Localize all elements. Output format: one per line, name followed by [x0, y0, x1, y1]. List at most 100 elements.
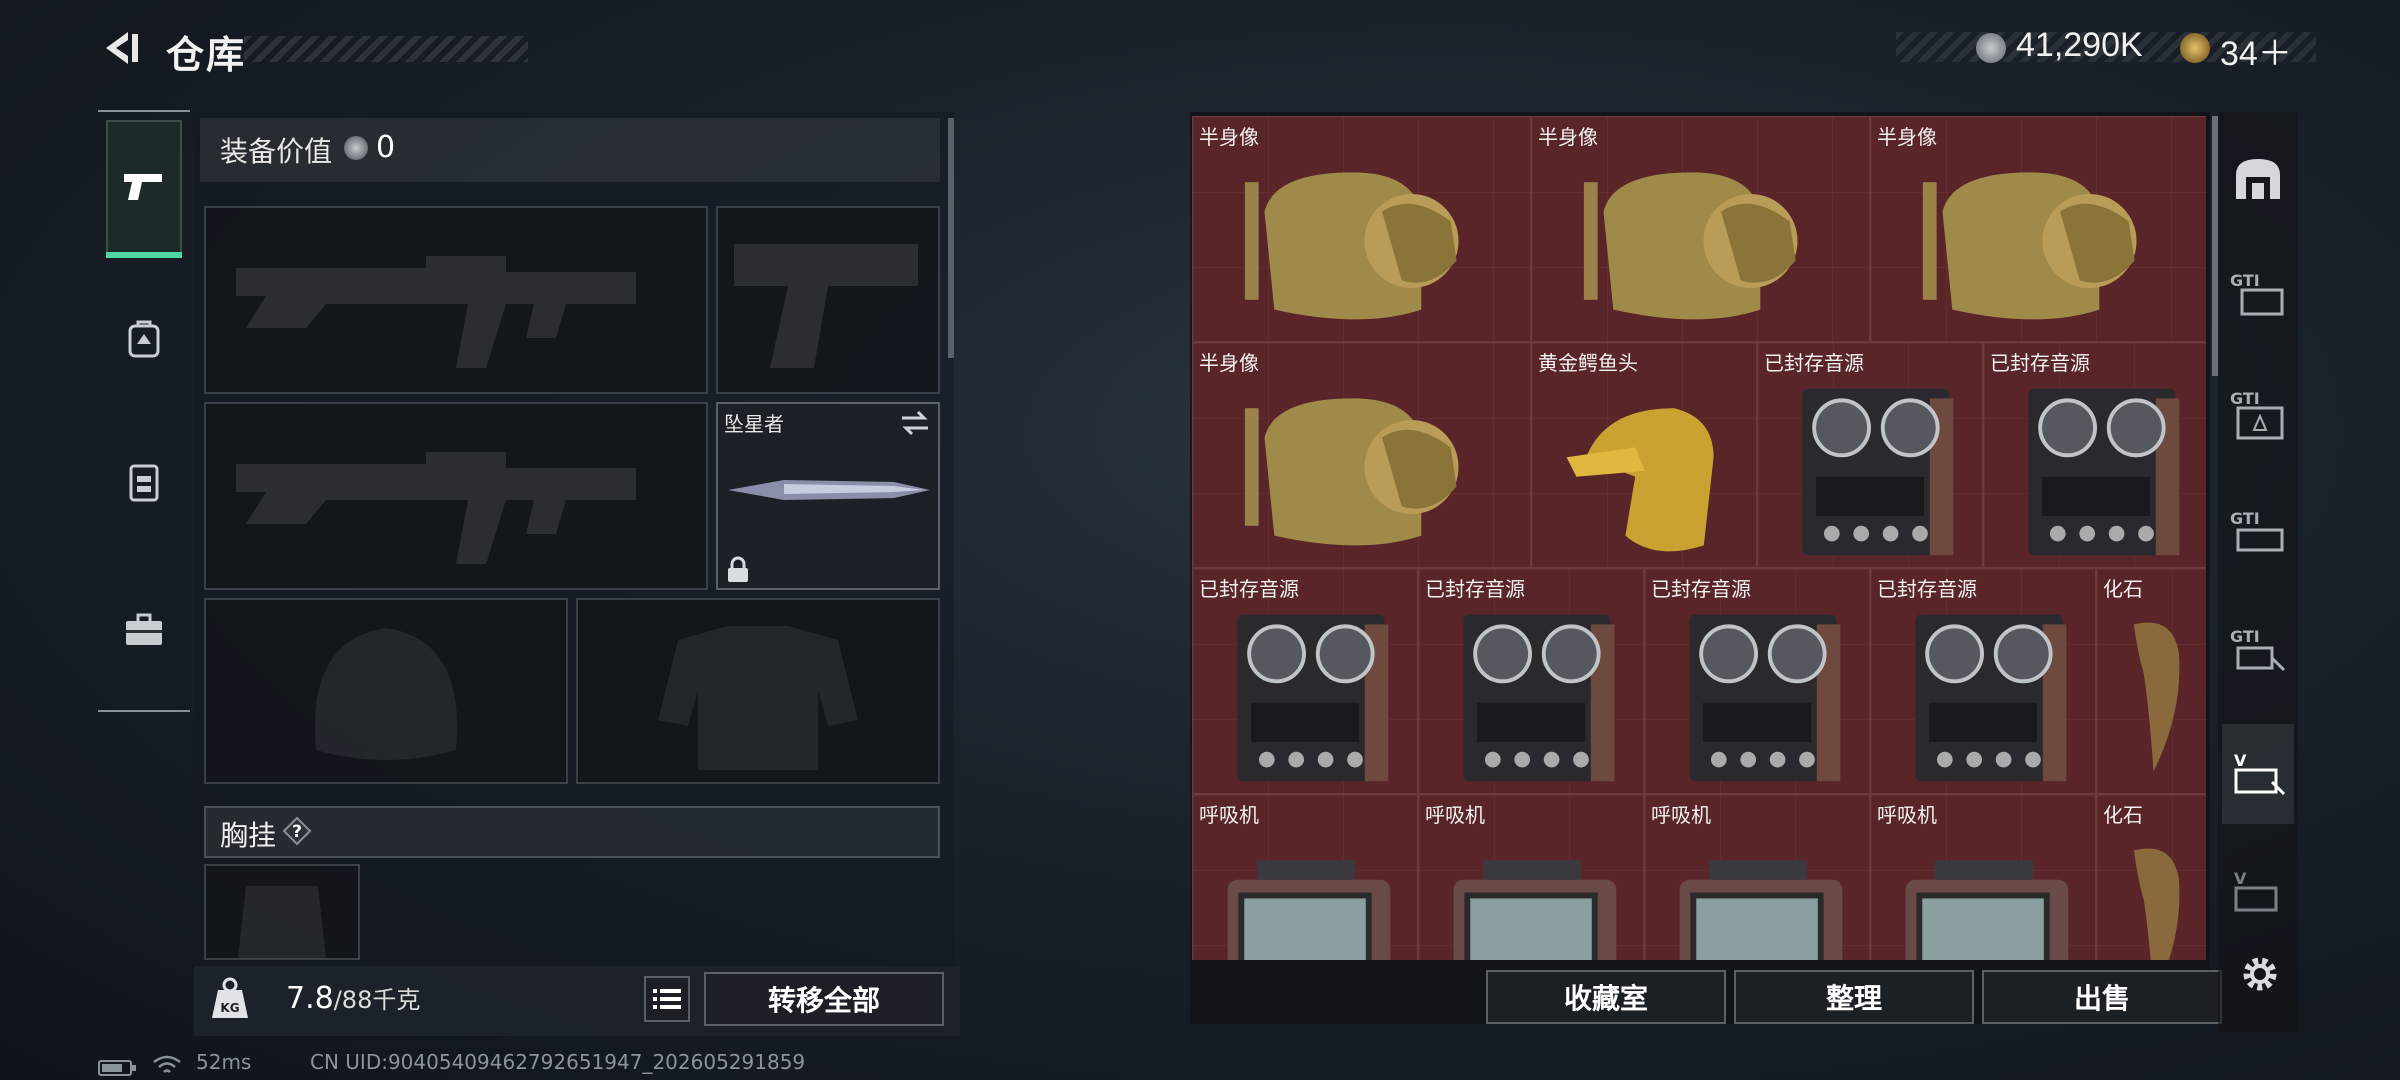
tab-gti-3[interactable]: GTI — [2222, 482, 2294, 582]
item-name: 呼吸机 — [1877, 803, 1937, 827]
nav-active-indicator — [106, 252, 182, 258]
storage-item[interactable]: 化石 — [2096, 794, 2206, 960]
list-icon — [653, 989, 681, 1009]
tape-recorder-icon — [1915, 614, 2067, 782]
nav-backpack[interactable] — [106, 280, 182, 396]
fossil-claw-icon — [2133, 622, 2180, 772]
item-image — [1427, 595, 1637, 795]
storage-item[interactable]: 呼吸机 — [1644, 794, 1870, 960]
weight-display: 7.8/88千克 — [286, 980, 420, 1016]
token-amount[interactable]: 34＋ — [2220, 26, 2292, 75]
list-view-button[interactable] — [644, 976, 690, 1022]
storage-item[interactable]: 已封存音源 — [1757, 342, 1983, 568]
storage-item[interactable]: 黄金鳄鱼头 — [1531, 342, 1757, 568]
fossil-claw-icon — [2133, 848, 2180, 960]
backpack-icon — [128, 320, 160, 358]
gti-case-icon: GTI — [2230, 389, 2284, 440]
sidearm-slot[interactable] — [716, 206, 940, 394]
rifle-silhouette-icon — [236, 452, 636, 564]
rig-silhouette-icon — [238, 886, 326, 958]
storage-item[interactable]: 已封存音源 — [1192, 568, 1418, 794]
tab-gti-1[interactable]: GTI — [2222, 244, 2294, 344]
weight-current: 7.8 — [286, 981, 334, 1016]
helmet-slot[interactable] — [204, 598, 568, 784]
item-name: 半身像 — [1877, 125, 1937, 149]
nav-case[interactable] — [106, 572, 182, 688]
help-icon[interactable]: ? — [282, 816, 312, 846]
organize-button[interactable]: 整理 — [1734, 970, 1974, 1024]
svg-text:V: V — [2234, 751, 2247, 770]
item-name: 化石 — [2103, 803, 2143, 827]
svg-text:KG: KG — [220, 1001, 239, 1015]
croc-head-icon — [1566, 408, 1714, 552]
item-image — [1879, 595, 2089, 795]
back-arrow-icon[interactable] — [98, 26, 142, 70]
storage-item[interactable]: 化石 — [2096, 568, 2206, 794]
uid-text: CN UID:9040540946279265194​7_20260529185… — [310, 1050, 806, 1074]
nav-rig[interactable] — [106, 424, 182, 540]
item-name: 已封存音源 — [1199, 577, 1299, 601]
storage-item[interactable]: 半身像 — [1870, 116, 2206, 342]
storage-item[interactable]: 半身像 — [1192, 342, 1531, 568]
melee-name: 坠星者 — [724, 412, 784, 436]
svg-text:GTI: GTI — [2230, 271, 2260, 290]
coin-icon — [344, 136, 368, 160]
item-image — [1879, 821, 2089, 960]
primary-weapon-slot[interactable] — [204, 206, 708, 394]
tape-recorder-icon — [1237, 614, 1389, 782]
storage-item[interactable]: 已封存音源 — [1870, 568, 2096, 794]
tape-recorder-icon — [1802, 388, 1954, 556]
bust-icon — [1244, 172, 1459, 320]
item-image — [2105, 595, 2202, 795]
battery-icon — [98, 1060, 136, 1076]
weight-icon: KG — [212, 977, 248, 1018]
item-name: 半身像 — [1199, 351, 1259, 375]
svg-text:GTI: GTI — [2230, 389, 2260, 408]
storage-grid: 半身像 半身像 半身像 半身像 黄金鳄鱼头 已封存音源 已封存音源 已封存音源 … — [1192, 116, 2206, 960]
sell-button[interactable]: 出售 — [1982, 970, 2222, 1024]
chest-rig-label: 胸挂 — [220, 819, 277, 852]
storage-item[interactable]: 已封存音源 — [1418, 568, 1644, 794]
tab-v-1[interactable]: V — [2222, 724, 2294, 824]
item-image — [1540, 143, 1863, 343]
storage-item[interactable]: 呼吸机 — [1192, 794, 1418, 960]
gti-case-icon: GTI — [2230, 271, 2284, 316]
tab-gti-2[interactable]: GTI — [2222, 364, 2294, 464]
tape-recorder-icon — [1463, 614, 1615, 782]
gti-case-icon: GTI — [2230, 509, 2284, 552]
nav-weapons[interactable] — [106, 128, 182, 244]
storage-item[interactable]: 呼吸机 — [1418, 794, 1644, 960]
item-name: 半身像 — [1538, 125, 1598, 149]
bust-icon — [1583, 172, 1798, 320]
storage-item[interactable]: 半身像 — [1192, 116, 1531, 342]
tab-gti-4[interactable]: GTI — [2222, 600, 2294, 700]
equipment-scrollbar[interactable] — [948, 118, 954, 358]
storage-item[interactable]: 呼吸机 — [1870, 794, 2096, 960]
item-name: 已封存音源 — [1651, 577, 1751, 601]
armor-silhouette-icon — [658, 626, 858, 770]
svg-text:GTI: GTI — [2230, 627, 2260, 646]
item-name: 已封存音源 — [1764, 351, 1864, 375]
storage-item[interactable]: 半身像 — [1531, 116, 1870, 342]
settings-button[interactable] — [2240, 954, 2280, 994]
tab-vault[interactable] — [2222, 128, 2294, 228]
item-name: 化石 — [2103, 577, 2143, 601]
storage-item[interactable]: 已封存音源 — [1983, 342, 2206, 568]
secondary-weapon-slot[interactable] — [204, 402, 708, 590]
transfer-all-button[interactable]: 转移全部 — [704, 972, 944, 1026]
swap-icon[interactable] — [898, 410, 932, 436]
ventilator-icon — [1453, 860, 1617, 960]
storage-item[interactable]: 已封存音源 — [1644, 568, 1870, 794]
bust-icon — [1922, 172, 2137, 320]
item-image — [1879, 143, 2202, 343]
armor-slot[interactable] — [576, 598, 940, 784]
melee-slot[interactable]: 坠星者 — [716, 402, 940, 590]
chest-rig-slot[interactable] — [204, 864, 360, 960]
item-image — [1201, 821, 1411, 960]
ventilator-icon — [1227, 860, 1391, 960]
tab-v-2[interactable]: V — [2222, 842, 2294, 942]
svg-text:GTI: GTI — [2230, 509, 2260, 528]
collection-room-button[interactable]: 收藏室 — [1486, 970, 1726, 1024]
ventilator-icon — [1905, 860, 2069, 960]
item-name: 已封存音源 — [1425, 577, 1525, 601]
